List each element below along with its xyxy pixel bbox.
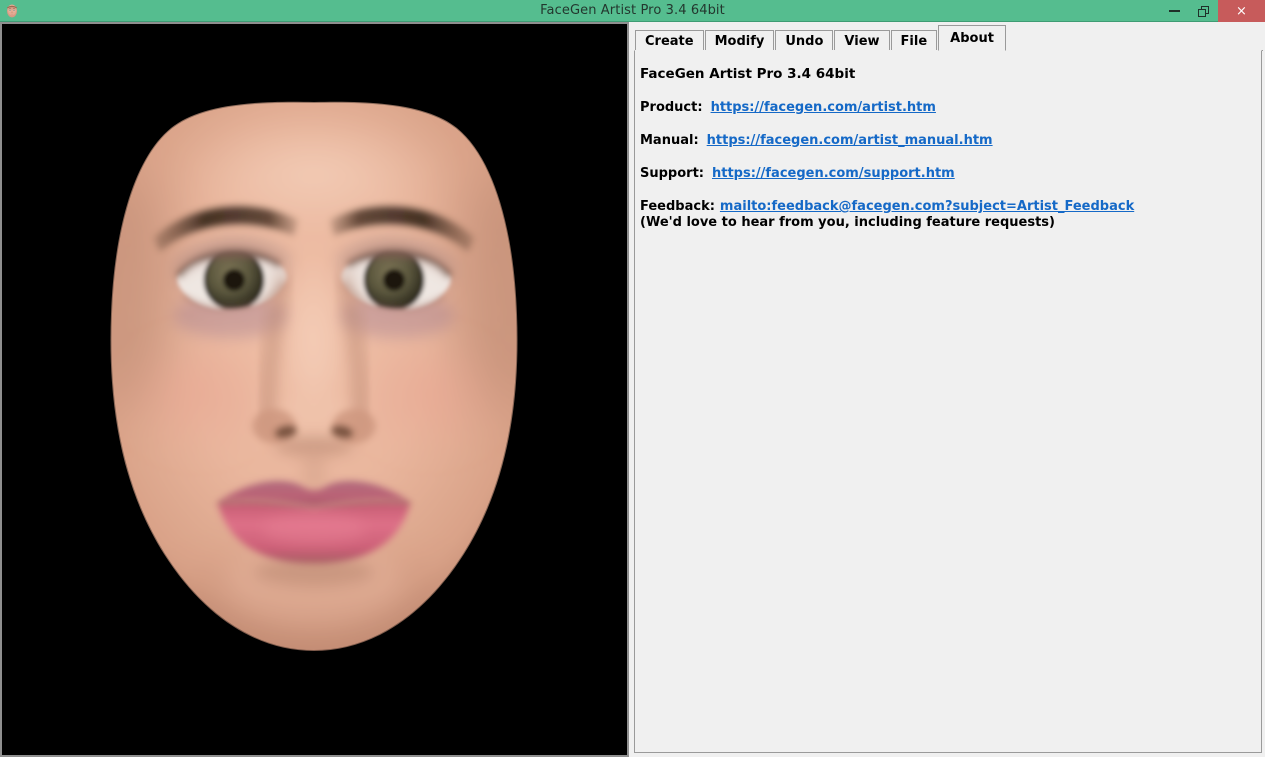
support-row: Support: https://facegen.com/support.htm: [640, 166, 1257, 181]
tab-strip: Create Modify Undo View File About: [635, 25, 1007, 51]
minimize-icon: [1169, 10, 1180, 12]
application-window: FaceGen Artist Pro 3.4 64bit × Create Mo…: [0, 0, 1265, 757]
feedback-label: Feedback:: [640, 199, 715, 214]
window-controls: ×: [1160, 0, 1265, 22]
support-label: Support:: [640, 166, 704, 181]
feedback-block: Feedback: mailto:feedback@facegen.com?su…: [640, 199, 1257, 230]
restore-icon: [1198, 5, 1209, 17]
tab-modify[interactable]: Modify: [704, 30, 775, 51]
right-panel: Create Modify Undo View File About FaceG…: [631, 22, 1265, 757]
manual-label: Manual:: [640, 133, 699, 148]
about-content: FaceGen Artist Pro 3.4 64bit Product: ht…: [640, 66, 1257, 230]
about-heading: FaceGen Artist Pro 3.4 64bit: [640, 66, 856, 82]
minimize-button[interactable]: [1160, 0, 1189, 22]
close-button[interactable]: ×: [1218, 0, 1265, 22]
feedback-note: (We'd love to hear from you, including f…: [640, 215, 1055, 230]
close-icon: ×: [1236, 3, 1247, 19]
support-link[interactable]: https://facegen.com/support.htm: [712, 166, 955, 181]
manual-link[interactable]: https://facegen.com/artist_manual.htm: [707, 133, 993, 148]
product-row: Product: https://facegen.com/artist.htm: [640, 100, 1257, 115]
title-bar: FaceGen Artist Pro 3.4 64bit ×: [0, 0, 1265, 22]
window-title: FaceGen Artist Pro 3.4 64bit: [540, 3, 725, 18]
tab-create[interactable]: Create: [635, 30, 704, 51]
face-icon: [4, 3, 20, 19]
tab-about[interactable]: About: [938, 25, 1006, 51]
product-link[interactable]: https://facegen.com/artist.htm: [711, 100, 936, 115]
manual-row: Manual: https://facegen.com/artist_manua…: [640, 133, 1257, 148]
restore-button[interactable]: [1189, 0, 1218, 22]
product-label: Product:: [640, 100, 703, 115]
about-panel: FaceGen Artist Pro 3.4 64bit Product: ht…: [634, 50, 1262, 753]
tab-undo[interactable]: Undo: [775, 30, 834, 51]
feedback-link[interactable]: mailto:feedback@facegen.com?subject=Arti…: [720, 199, 1134, 214]
face-render[interactable]: [2, 24, 627, 755]
tab-view[interactable]: View: [834, 30, 890, 51]
3d-face-viewport[interactable]: [0, 22, 629, 757]
feedback-row: Feedback: mailto:feedback@facegen.com?su…: [640, 199, 1257, 214]
tab-file[interactable]: File: [890, 30, 938, 51]
